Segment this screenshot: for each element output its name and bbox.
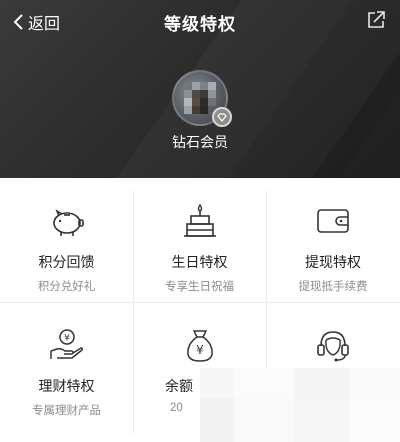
- share-icon[interactable]: [366, 10, 386, 30]
- diamond-badge-icon: [212, 107, 232, 127]
- page-title: 等级特权: [164, 15, 236, 34]
- money-hand-icon: ¥: [49, 329, 83, 359]
- money-bag-icon: ¥: [186, 330, 213, 362]
- privilege-item-points[interactable]: 积分回馈 积分兑好礼: [0, 178, 133, 302]
- piggy-bank-icon: [52, 209, 84, 236]
- privilege-item-birthday[interactable]: 生日特权 专享生日祝福: [133, 178, 266, 302]
- headset-service-icon: [317, 331, 349, 362]
- privilege-name: 生日特权: [171, 254, 228, 270]
- privilege-item-withdraw[interactable]: 提现特权 提现抵手续费: [266, 178, 400, 302]
- svg-text:¥: ¥: [196, 343, 204, 357]
- member-level-label: 钻石会员: [172, 134, 228, 150]
- privilege-desc: 专享生日祝福: [165, 281, 234, 293]
- privilege-desc: 提现抵手续费: [298, 281, 368, 293]
- privilege-name: 余额: [165, 378, 193, 394]
- privilege-name: 积分回馈: [38, 254, 95, 270]
- header: 返回 等级特权 钻石会员: [0, 0, 400, 178]
- mosaic-overlay: [200, 368, 400, 442]
- privilege-desc: 20: [170, 402, 183, 414]
- svg-text:¥: ¥: [64, 334, 70, 344]
- privilege-desc: 积分兑好礼: [37, 281, 96, 293]
- privilege-name: 提现特权: [305, 254, 361, 270]
- birthday-cake-icon: [183, 203, 216, 237]
- privilege-name: 理财特权: [38, 378, 95, 394]
- privilege-item-finance[interactable]: ¥ 理财特权 专属理财产品: [0, 302, 133, 426]
- privilege-desc: 专属理财产品: [32, 405, 101, 417]
- privilege-grid: 积分回馈 积分兑好礼 生日特权 专享生日祝福 提现特权 提现抵手续费 ¥ 理财特…: [0, 178, 400, 442]
- wallet-icon: [317, 209, 349, 233]
